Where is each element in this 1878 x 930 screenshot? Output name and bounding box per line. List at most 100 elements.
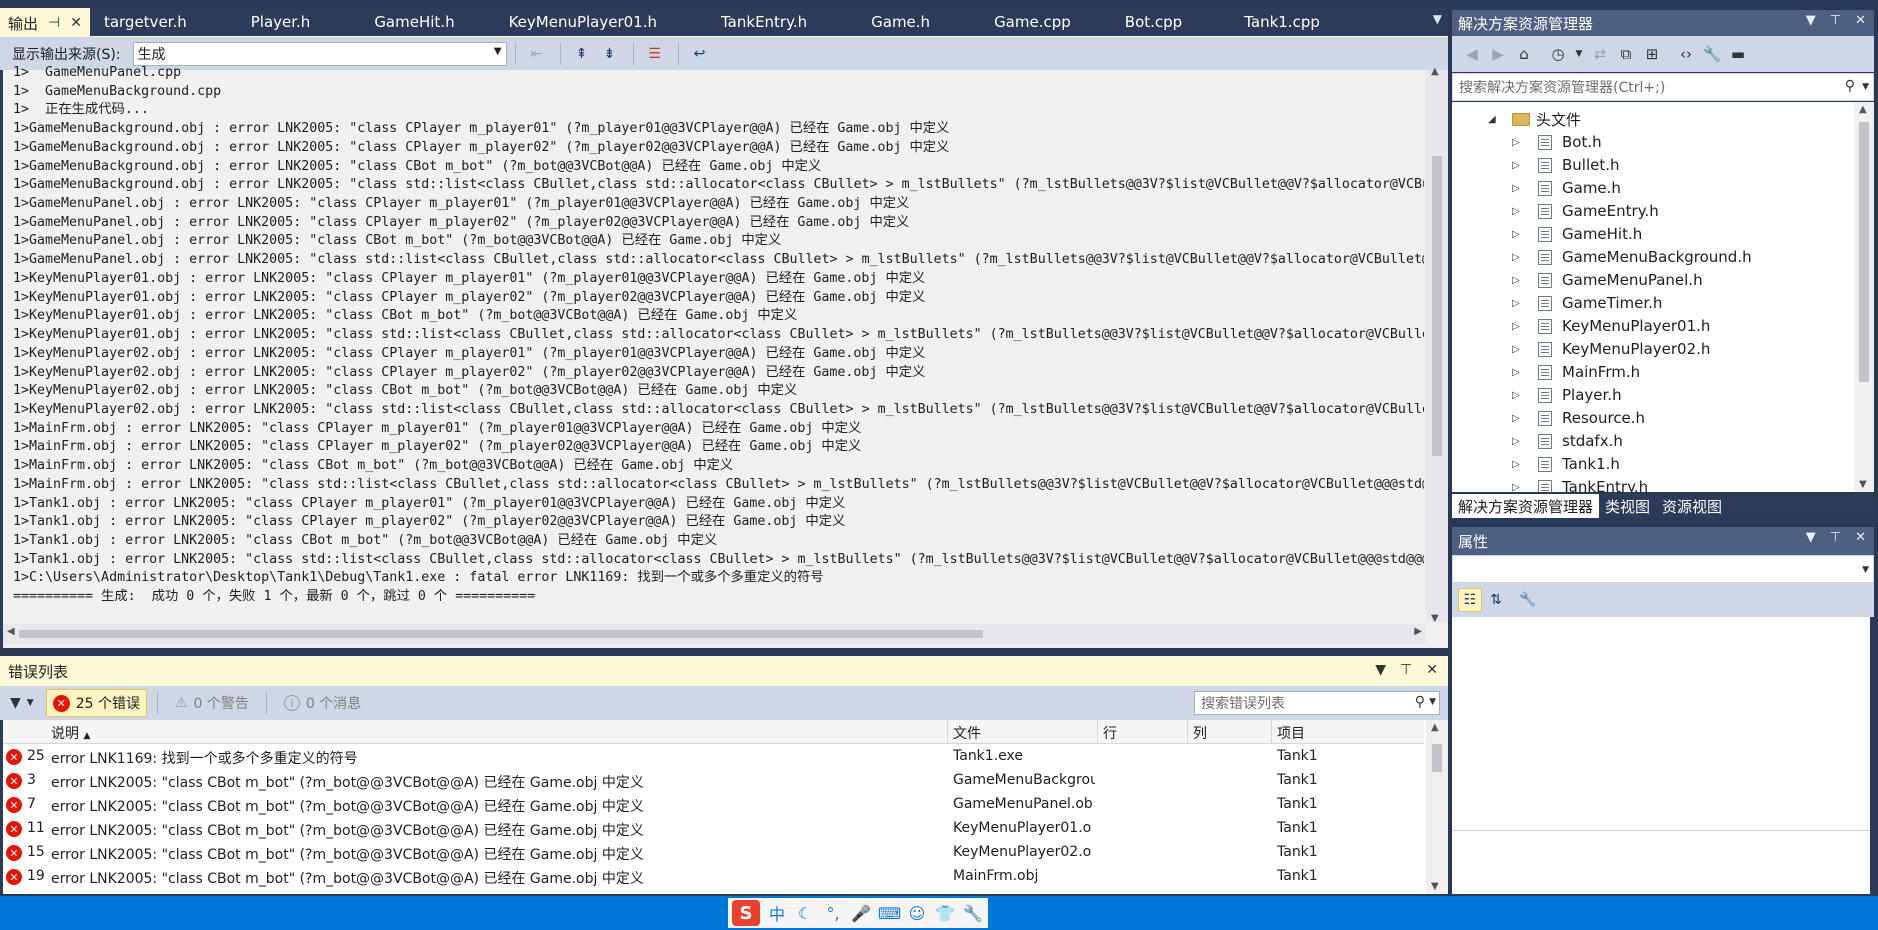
search-icon[interactable]: ⚲ xyxy=(1415,694,1425,710)
tree-file-item[interactable]: ▷ Bullet.h xyxy=(1512,154,1620,176)
collapsed-triangle-icon[interactable]: ▷ xyxy=(1512,206,1526,217)
error-row[interactable]: ✕ 11 error LNK2005: "class CBot m_bot" (?m… xyxy=(3,817,1424,841)
doc-tab[interactable]: TankEntry.h xyxy=(671,8,821,36)
collapse-all-icon[interactable]: ⧉ xyxy=(1614,42,1638,66)
tree-file-item[interactable]: ▷ TankEntry.h xyxy=(1512,476,1648,492)
scroll-up-icon[interactable]: ▲ xyxy=(1859,104,1867,115)
home-icon[interactable]: ⌂ xyxy=(1512,42,1536,66)
tree-file-item[interactable]: ▷ KeyMenuPlayer02.h xyxy=(1512,338,1710,360)
doc-tab[interactable]: targetver.h xyxy=(90,8,201,36)
tree-file-item[interactable]: ▷ GameTimer.h xyxy=(1512,292,1662,314)
close-icon[interactable]: ✕ xyxy=(1855,530,1866,545)
scroll-up-icon[interactable]: ▲ xyxy=(1431,722,1439,733)
chevron-down-icon[interactable]: ▼ xyxy=(1862,82,1869,92)
alphabetical-sort-icon[interactable]: ⇅ xyxy=(1484,588,1508,612)
column-file[interactable]: 文件 xyxy=(953,723,981,743)
pending-changes-filter-icon[interactable]: ◷ xyxy=(1546,42,1570,66)
collapsed-triangle-icon[interactable]: ▷ xyxy=(1512,298,1526,309)
back-icon[interactable]: ◀ xyxy=(1460,42,1484,66)
filter-button[interactable]: ▼ ▼ xyxy=(10,695,40,711)
scroll-left-icon[interactable]: ◀ xyxy=(7,626,15,637)
tree-file-item[interactable]: ▷ GameEntry.h xyxy=(1512,200,1659,222)
collapsed-triangle-icon[interactable]: ▷ xyxy=(1512,183,1526,194)
doc-tab[interactable]: Tank1.cpp xyxy=(1196,8,1334,36)
collapsed-triangle-icon[interactable]: ▷ xyxy=(1512,252,1526,263)
collapsed-triangle-icon[interactable]: ▷ xyxy=(1512,413,1526,424)
doc-tab[interactable]: Player.h xyxy=(201,8,325,36)
close-icon[interactable]: ✕ xyxy=(70,15,82,31)
collapsed-triangle-icon[interactable]: ▷ xyxy=(1512,137,1526,148)
pin-icon[interactable]: ⊣ xyxy=(48,15,60,31)
output-window[interactable]: 1> GameMenuPanel.cpp 1> GameMenuBackgroun… xyxy=(0,65,1448,648)
tree-folder-header-files[interactable]: ◢ 头文件 xyxy=(1488,108,1581,130)
scroll-up-icon[interactable]: ▲ xyxy=(1431,66,1439,77)
collapsed-triangle-icon[interactable]: ▷ xyxy=(1512,482,1526,493)
error-row[interactable]: ✕ 19 error LNK2005: "class CBot m_bot" (?m… xyxy=(3,865,1424,889)
tree-file-item[interactable]: ▷ GameMenuBackground.h xyxy=(1512,246,1752,268)
sync-with-active-document-icon[interactable]: ⇄ xyxy=(1588,42,1612,66)
tree-file-item[interactable]: ▷ MainFrm.h xyxy=(1512,361,1640,383)
sogou-logo-icon[interactable]: S xyxy=(732,900,760,926)
pin-icon[interactable]: ⊤ xyxy=(1830,13,1841,28)
tab-class-view[interactable]: 类视图 xyxy=(1599,494,1656,518)
tree-file-item[interactable]: ▷ GameHit.h xyxy=(1512,223,1642,245)
close-icon[interactable]: ✕ xyxy=(1855,13,1866,28)
error-row[interactable]: ✕ 15 error LNK2005: "class CBot m_bot" (?m… xyxy=(3,841,1424,865)
chevron-down-icon[interactable]: ▼ xyxy=(1862,565,1869,575)
errors-filter-toggle[interactable]: ✕ 25 个错误 xyxy=(45,689,147,717)
output-source-select[interactable]: 生成 ▼ xyxy=(132,41,507,66)
collapsed-triangle-icon[interactable]: ▷ xyxy=(1512,321,1526,332)
tree-file-item[interactable]: ▷ stdafx.h xyxy=(1512,430,1623,452)
chevron-down-icon[interactable]: ▼ xyxy=(1429,697,1436,707)
tree-file-item[interactable]: ▷ Game.h xyxy=(1512,177,1621,199)
collapsed-triangle-icon[interactable]: ▷ xyxy=(1512,275,1526,286)
search-icon[interactable]: ⚲ xyxy=(1845,78,1855,94)
collapsed-triangle-icon[interactable]: ▷ xyxy=(1512,459,1526,470)
properties-wrench-icon[interactable]: 🔧 xyxy=(1700,42,1724,66)
chevron-down-icon[interactable]: ▼ xyxy=(1572,42,1586,66)
punctuation-icon[interactable]: °, xyxy=(822,904,844,923)
clear-all-icon[interactable]: ☰ xyxy=(642,41,668,67)
collapsed-triangle-icon[interactable]: ▷ xyxy=(1512,436,1526,447)
output-vertical-scrollbar[interactable]: ▲ ▼ xyxy=(1426,66,1448,624)
output-text[interactable]: 1> GameMenuPanel.cpp 1> GameMenuBackgroun… xyxy=(13,64,1424,622)
scroll-down-icon[interactable]: ▼ xyxy=(1431,881,1439,892)
moon-icon[interactable]: ☾ xyxy=(794,904,816,923)
skin-shirt-icon[interactable]: 👕 xyxy=(934,904,956,923)
tab-output[interactable]: 输出 ⊣ ✕ xyxy=(0,8,90,36)
tree-file-item[interactable]: ▷ KeyMenuPlayer01.h xyxy=(1512,315,1710,337)
column-column[interactable]: 列 xyxy=(1193,723,1207,743)
tree-file-item[interactable]: ▷ Resource.h xyxy=(1512,407,1645,429)
scroll-down-icon[interactable]: ▼ xyxy=(1431,613,1439,624)
view-code-icon[interactable]: ‹› xyxy=(1674,42,1698,66)
tab-solution-explorer[interactable]: 解决方案资源管理器 xyxy=(1452,494,1600,518)
solution-tree[interactable]: ◢ 头文件 ▷ Bot.h ▷ Bullet.h ▷ Game.h ▷ GameEntry.h… xyxy=(1452,102,1874,492)
collapsed-triangle-icon[interactable]: ▷ xyxy=(1512,229,1526,240)
warnings-filter-toggle[interactable]: ⚠ 0 个警告 xyxy=(168,689,256,717)
doc-tab[interactable]: Game.h xyxy=(821,8,944,36)
property-pages-wrench-icon[interactable]: 🔧 xyxy=(1516,588,1540,612)
collapsed-triangle-icon[interactable]: ▷ xyxy=(1512,344,1526,355)
categorized-icon[interactable]: ☷ xyxy=(1458,588,1482,612)
error-row[interactable]: ✕ 25 error LNK1169: 找到一个或多个多重定义的符号 Tank1.ex… xyxy=(3,745,1424,769)
error-search-input[interactable]: 搜索错误列表 ⚲ ▼ xyxy=(1194,691,1440,715)
output-horizontal-scrollbar[interactable]: ◀ ▶ xyxy=(3,624,1426,644)
scroll-down-icon[interactable]: ▼ xyxy=(1859,479,1867,490)
show-all-files-icon[interactable]: ⊞ xyxy=(1640,42,1664,66)
column-description[interactable]: 说明 ▲ xyxy=(51,723,90,743)
column-line[interactable]: 行 xyxy=(1103,723,1117,743)
pin-icon[interactable]: ⊤ xyxy=(1400,662,1412,678)
scrollbar-thumb[interactable] xyxy=(1432,156,1442,456)
window-position-dropdown-icon[interactable]: ▼ xyxy=(1806,13,1816,28)
tab-list-dropdown-icon[interactable]: ▼ xyxy=(1433,12,1442,26)
collapsed-triangle-icon[interactable]: ▷ xyxy=(1512,160,1526,171)
column-project[interactable]: 项目 xyxy=(1277,723,1305,743)
doc-tab[interactable]: Game.cpp xyxy=(944,8,1085,36)
ime-mode-toggle[interactable]: 中 xyxy=(766,901,788,925)
solution-explorer-search-input[interactable]: 搜索解决方案资源管理器(Ctrl+;) ⚲ ▼ xyxy=(1452,73,1874,101)
window-position-dropdown-icon[interactable]: ▼ xyxy=(1806,530,1816,545)
error-list-vertical-scrollbar[interactable]: ▲ ▼ xyxy=(1426,720,1448,894)
tree-file-item[interactable]: ▷ GameMenuPanel.h xyxy=(1512,269,1703,291)
scrollbar-thumb[interactable] xyxy=(1859,122,1869,382)
error-row[interactable]: ✕ 3 error LNK2005: "class CBot m_bot" (?m_… xyxy=(3,769,1424,793)
